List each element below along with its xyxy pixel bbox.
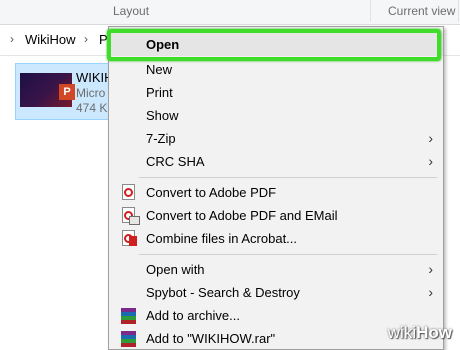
chevron-right-icon[interactable]: › <box>10 32 14 46</box>
menu-item-open-with[interactable]: Open with › <box>109 258 443 281</box>
menu-item-label: Add to "WIKIHOW.rar" <box>146 331 276 346</box>
ribbon-divider <box>458 0 459 22</box>
menu-item-crc-sha[interactable]: CRC SHA › <box>109 150 443 173</box>
breadcrumb-wikihow[interactable]: WikiHow <box>25 32 76 47</box>
file-thumbnail: P <box>20 73 75 107</box>
menu-item-label: Add to archive... <box>146 308 240 323</box>
chevron-right-icon[interactable]: › <box>84 32 88 46</box>
watermark-how: How <box>416 323 452 342</box>
ribbon-divider <box>370 0 371 22</box>
ribbon-group-layout: Layout <box>113 4 150 18</box>
menu-item-label: Spybot - Search & Destroy <box>146 285 300 300</box>
menu-item-label: CRC SHA <box>146 154 205 169</box>
menu-item-label: Convert to Adobe PDF <box>146 185 277 200</box>
file-type: Micro <box>76 86 106 100</box>
menu-item-label: Show <box>146 108 179 123</box>
winrar-icon <box>120 307 137 324</box>
menu-item-label: Print <box>146 85 173 100</box>
menu-item-label: 7-Zip <box>146 131 176 146</box>
acrobat-combine-icon <box>120 230 137 247</box>
menu-item-print[interactable]: Print <box>109 81 443 104</box>
pdf-icon <box>120 184 137 201</box>
menu-item-label: Combine files in Acrobat... <box>146 231 298 246</box>
pdf-mail-icon <box>120 207 140 225</box>
winrar-icon <box>120 330 137 347</box>
menu-item-show[interactable]: Show <box>109 104 443 127</box>
context-menu: Open New Print Show 7-Zip › CRC SHA › Co… <box>108 26 444 350</box>
menu-item-label: Open with <box>146 262 205 277</box>
menu-item-combine-acrobat[interactable]: Combine files in Acrobat... <box>109 227 443 250</box>
menu-separator <box>139 177 437 178</box>
menu-item-convert-pdf[interactable]: Convert to Adobe PDF <box>109 181 443 204</box>
menu-item-spybot[interactable]: Spybot - Search & Destroy › <box>109 281 443 304</box>
menu-item-label: New <box>146 62 173 77</box>
powerpoint-icon: P <box>59 84 75 100</box>
submenu-arrow-icon: › <box>428 130 433 146</box>
ribbon: Layout Current view <box>0 0 460 25</box>
menu-separator <box>139 254 437 255</box>
submenu-arrow-icon: › <box>428 284 433 300</box>
open-highlight-box <box>107 29 441 61</box>
submenu-arrow-icon: › <box>428 153 433 169</box>
submenu-arrow-icon: › <box>428 261 433 277</box>
file-size: 474 K <box>76 101 108 115</box>
wikihow-watermark: wikiHow <box>388 323 452 343</box>
menu-item-7zip[interactable]: 7-Zip › <box>109 127 443 150</box>
watermark-wiki: wiki <box>387 323 417 342</box>
menu-item-label: Convert to Adobe PDF and EMail <box>146 208 338 223</box>
ribbon-group-current-view: Current view <box>388 4 456 18</box>
menu-item-convert-pdf-email[interactable]: Convert to Adobe PDF and EMail <box>109 204 443 227</box>
menu-item-new[interactable]: New <box>109 58 443 81</box>
